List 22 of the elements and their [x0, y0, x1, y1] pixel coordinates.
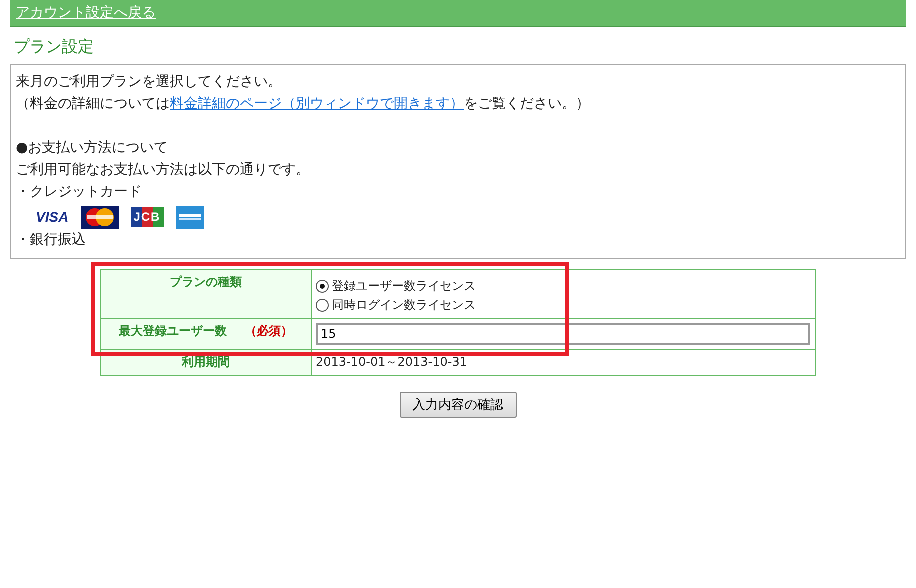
payment-heading: ●お支払い方法について — [16, 139, 170, 158]
list-item: ・銀行振込 — [16, 231, 87, 250]
confirm-button[interactable]: 入力内容の確認 — [400, 392, 516, 418]
instruction-text: 来月のご利用プランを選択してください。 — [16, 73, 283, 92]
radio-button[interactable] — [316, 280, 329, 293]
field-label: プランの種類 — [170, 275, 242, 289]
field-label: 最大登録ユーザー数 — [118, 324, 227, 338]
required-label: （必須） — [245, 324, 294, 338]
radio-button[interactable] — [316, 299, 329, 312]
card-logo-icon — [176, 206, 204, 228]
card-logo-icon — [80, 206, 119, 228]
field-label: 利用期間 — [182, 355, 230, 369]
pricing-link[interactable]: 料金詳細のページ（別ウィンドウで開きます） — [170, 96, 464, 112]
radio-label[interactable]: 登録ユーザー数ライセンス — [332, 278, 476, 295]
card-logo-icon: VISA — [36, 209, 69, 225]
page-heading: プラン設定 — [13, 36, 95, 58]
field-value: 2013-10-01～2013-10-31 — [316, 355, 468, 369]
list-item: ・クレジットカード — [16, 183, 143, 202]
note-text: （料金の詳細については料金詳細のページ（別ウィンドウで開きます）をご覧ください。） — [16, 96, 590, 112]
payment-intro: ご利用可能なお支払い方法は以下の通りです。 — [16, 161, 311, 180]
input-field[interactable]: 15 — [316, 323, 810, 345]
radio-label[interactable]: 同時ログイン数ライセンス — [332, 297, 476, 314]
